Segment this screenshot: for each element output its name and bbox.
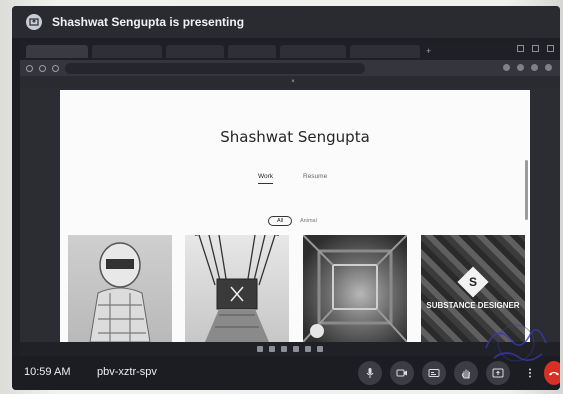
- captions-icon: [428, 369, 440, 377]
- captions-button[interactable]: [422, 361, 446, 385]
- substance-designer-logo: S: [457, 266, 489, 298]
- forward-icon[interactable]: [39, 64, 46, 72]
- portfolio-page: Shashwat Sengupta Work Resume All Animal: [60, 90, 530, 342]
- project-thumbnail[interactable]: [185, 235, 289, 342]
- close-icon[interactable]: ×: [291, 79, 295, 85]
- substance-designer-text: SUBSTANCE DESIGNER: [426, 301, 520, 310]
- taskbar-icon: [293, 346, 299, 352]
- browser-tab[interactable]: [228, 44, 276, 58]
- portfolio-name: Shashwat Sengupta: [220, 128, 370, 146]
- taskbar-icon: [281, 346, 287, 352]
- presenting-banner: Shashwat Sengupta is presenting: [52, 15, 245, 29]
- camera-button[interactable]: [390, 361, 414, 385]
- url-field[interactable]: [65, 62, 365, 74]
- browser-tab[interactable]: [280, 44, 346, 58]
- tab-resume[interactable]: Resume: [303, 173, 327, 180]
- present-now-icon: [492, 368, 504, 378]
- end-call-icon: [549, 372, 559, 376]
- taskbar-icon: [305, 346, 311, 352]
- browser-tab[interactable]: [92, 44, 162, 58]
- maximize-icon[interactable]: [532, 45, 539, 52]
- address-bar: [20, 60, 560, 76]
- shared-screen: + × Shashwat Sengupta Work Resume All An…: [20, 42, 560, 342]
- browser-tab[interactable]: [166, 44, 224, 58]
- meeting-code: pbv-xztr-spv: [97, 366, 157, 378]
- taskbar-icon: [269, 346, 275, 352]
- back-icon[interactable]: [26, 64, 33, 72]
- raise-hand-button[interactable]: [454, 361, 478, 385]
- mech-character-image: [195, 235, 279, 342]
- reload-icon[interactable]: [52, 64, 59, 72]
- minimize-icon[interactable]: [517, 45, 524, 52]
- bookmark-icon[interactable]: [517, 64, 524, 71]
- browser-tab[interactable]: [350, 44, 420, 58]
- project-thumbnail[interactable]: [68, 235, 172, 342]
- browser-tab[interactable]: [26, 44, 88, 58]
- presenting-bar: Shashwat Sengupta is presenting: [12, 6, 560, 38]
- close-icon[interactable]: [547, 45, 554, 52]
- taskbar-icon: [257, 346, 263, 352]
- scrollbar[interactable]: [525, 160, 528, 220]
- camera-icon: [396, 369, 407, 377]
- hand-icon: [461, 369, 470, 379]
- browser-toolbar-icons: [503, 64, 552, 71]
- project-thumbnail[interactable]: [303, 235, 407, 342]
- browser-tab-bar: +: [20, 42, 560, 60]
- robot-character-image: [89, 242, 151, 342]
- present-icon: [26, 14, 42, 30]
- ink-stamp-mark: [485, 324, 547, 362]
- more-icon: [529, 368, 531, 378]
- scifi-corridor-image: [303, 235, 407, 342]
- extension-icon[interactable]: [503, 64, 510, 71]
- filter-animal-button[interactable]: Animal: [300, 218, 317, 224]
- new-tab-icon[interactable]: +: [426, 46, 431, 56]
- window-controls: [517, 45, 554, 52]
- menu-icon[interactable]: [545, 64, 552, 71]
- filter-all-button[interactable]: All: [268, 216, 293, 226]
- taskbar-icon: [317, 346, 323, 352]
- mic-button[interactable]: [358, 361, 382, 385]
- mic-icon: [366, 368, 374, 378]
- tab-work[interactable]: Work: [258, 173, 274, 184]
- screen-sharing-notice: ×: [20, 76, 560, 88]
- clock: 10:59 AM: [24, 366, 71, 378]
- profile-icon[interactable]: [531, 64, 538, 71]
